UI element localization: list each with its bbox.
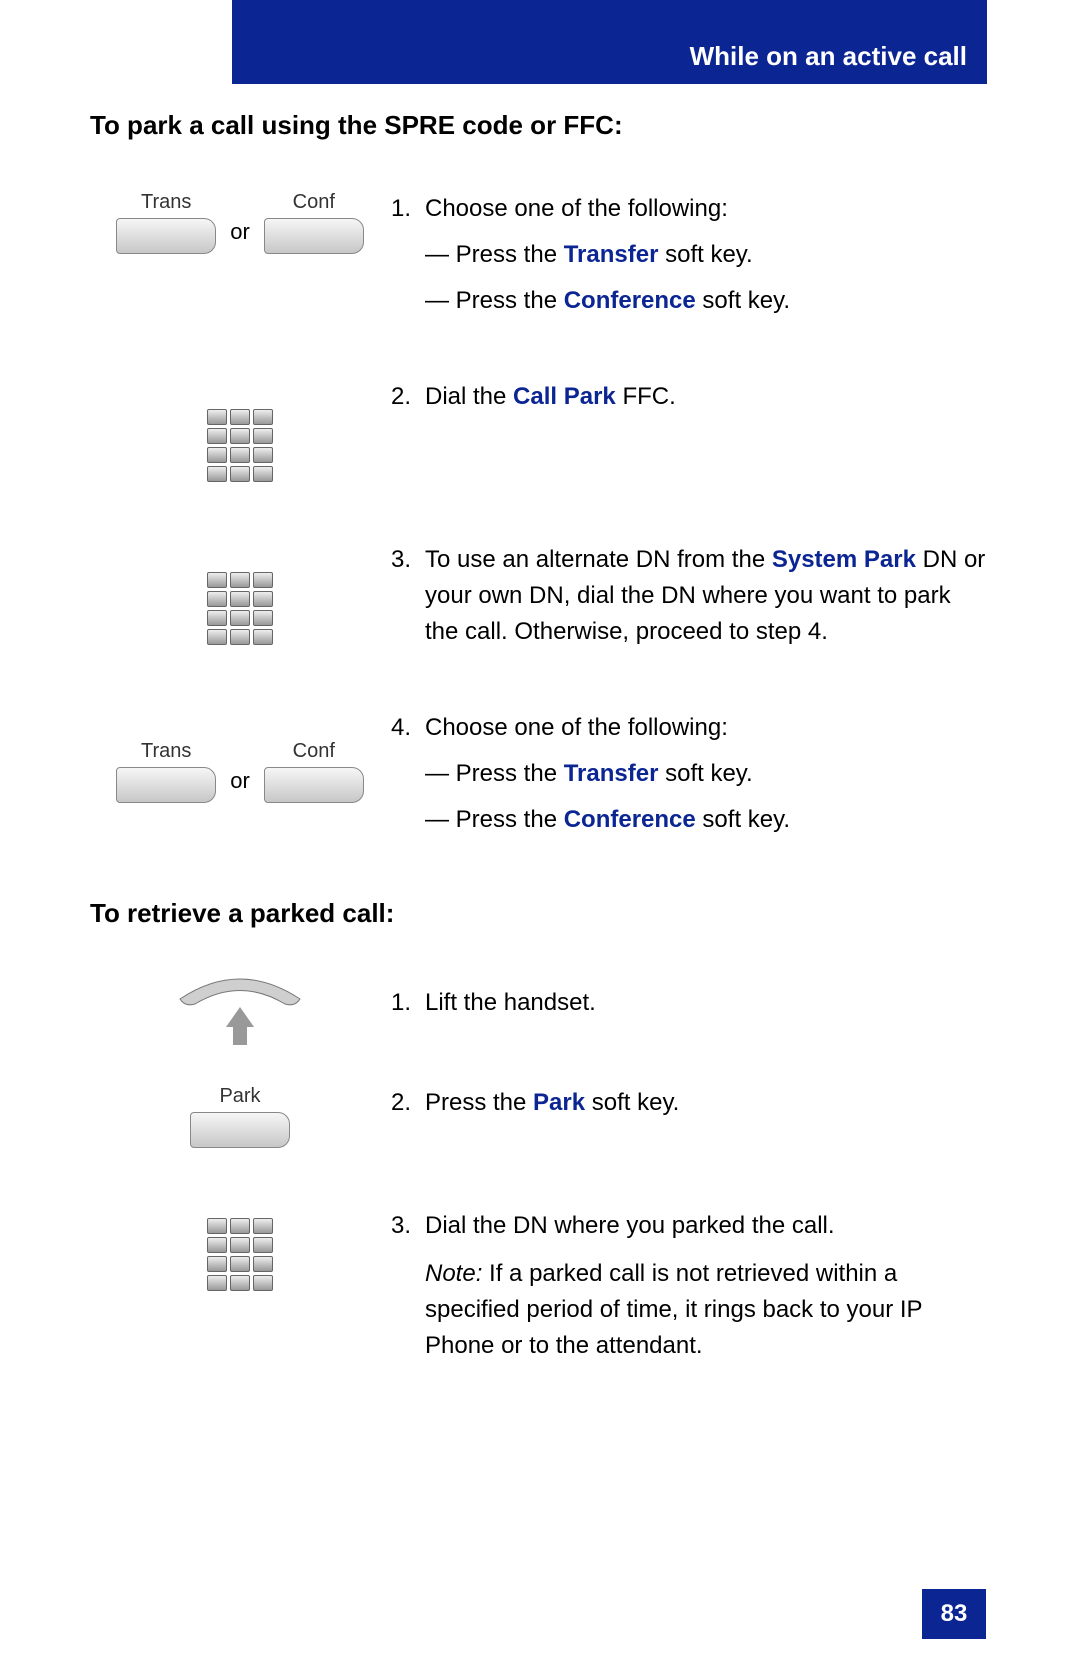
s2-step1-body: Lift the handset. <box>425 985 596 1021</box>
trans-label: Trans <box>141 740 191 763</box>
step1-body: Choose one of the following: <box>425 191 728 227</box>
softkey-pair-icon: Trans or Conf <box>90 191 390 254</box>
s2-step3-text: 3. Dial the DN where you parked the call… <box>390 1208 990 1364</box>
step4-text: 4. Choose one of the following: — Press … <box>390 710 990 838</box>
step2-text: 2. Dial the Call Park FFC. <box>390 379 990 415</box>
conf-softkey: Conf <box>264 191 364 254</box>
trans-button-icon <box>116 218 216 254</box>
section2-title: To retrieve a parked call: <box>90 898 990 929</box>
s2-step1-row: 1. Lift the handset. <box>90 969 990 1045</box>
handset-icon <box>90 969 390 1045</box>
s2-step2-body: Press the Park soft key. <box>425 1085 679 1121</box>
or-text: or <box>226 768 254 794</box>
park-button-icon <box>190 1112 290 1148</box>
step2-num: 2. <box>390 379 425 415</box>
keypad <box>207 409 273 482</box>
s2-step2-num: 2. <box>390 1085 425 1121</box>
handset-svg-icon <box>170 969 310 1009</box>
park-softkey: Park <box>190 1085 290 1148</box>
conf-label: Conf <box>293 191 335 214</box>
page-content: To park a call using the SPRE code or FF… <box>90 110 990 1424</box>
trans-button-icon <box>116 767 216 803</box>
step3-text: 3. To use an alternate DN from the Syste… <box>390 542 990 650</box>
step4-row: Trans or Conf 4. Choose one of the follo… <box>90 710 990 838</box>
softkey-pair-icon-2: Trans or Conf <box>90 710 390 803</box>
header-title: While on an active call <box>690 41 967 72</box>
s2-step1-text: 1. Lift the handset. <box>390 969 990 1021</box>
conf-softkey: Conf <box>264 740 364 803</box>
conf-label: Conf <box>293 740 335 763</box>
trans-softkey: Trans <box>116 191 216 254</box>
step3-row: 3. To use an alternate DN from the Syste… <box>90 542 990 650</box>
park-label: Park <box>219 1085 260 1108</box>
step1-num: 1. <box>390 191 425 227</box>
step1-sub1: — Press the Transfer soft key. <box>425 237 753 273</box>
park-softkey-icon: Park <box>90 1085 390 1148</box>
s2-step3-row: 3. Dial the DN where you parked the call… <box>90 1208 990 1364</box>
step4-sub1: — Press the Transfer soft key. <box>425 756 753 792</box>
s2-step1-num: 1. <box>390 985 425 1021</box>
keypad-icon <box>90 379 390 482</box>
step3-body: To use an alternate DN from the System P… <box>425 542 990 650</box>
page-number-badge: 83 <box>922 1589 986 1639</box>
s2-step3-num: 3. <box>390 1208 425 1244</box>
step1-sub2: — Press the Conference soft key. <box>425 283 790 319</box>
header-banner: While on an active call <box>232 0 987 84</box>
step2-body: Dial the Call Park FFC. <box>425 379 676 415</box>
s2-step2-row: Park 2. Press the Park soft key. <box>90 1085 990 1148</box>
trans-label: Trans <box>141 191 191 214</box>
arrow-up-icon <box>226 1007 254 1045</box>
keypad <box>207 1218 273 1291</box>
step2-row: 2. Dial the Call Park FFC. <box>90 379 990 482</box>
section1-title: To park a call using the SPRE code or FF… <box>90 110 990 141</box>
s2-step2-text: 2. Press the Park soft key. <box>390 1085 990 1121</box>
or-text: or <box>226 219 254 245</box>
keypad-icon-3 <box>90 1208 390 1291</box>
conf-button-icon <box>264 218 364 254</box>
step4-num: 4. <box>390 710 425 746</box>
step1-text: 1. Choose one of the following: — Press … <box>390 191 990 319</box>
keypad <box>207 572 273 645</box>
step3-num: 3. <box>390 542 425 650</box>
step1-row: Trans or Conf 1. Choose one of the follo… <box>90 191 990 319</box>
step4-body: Choose one of the following: <box>425 710 728 746</box>
step4-sub2: — Press the Conference soft key. <box>425 802 790 838</box>
trans-softkey: Trans <box>116 740 216 803</box>
s2-step3-note: Note: If a parked call is not retrieved … <box>390 1256 990 1364</box>
conf-button-icon <box>264 767 364 803</box>
s2-step3-body: Dial the DN where you parked the call. <box>425 1208 835 1244</box>
keypad-icon-2 <box>90 542 390 645</box>
